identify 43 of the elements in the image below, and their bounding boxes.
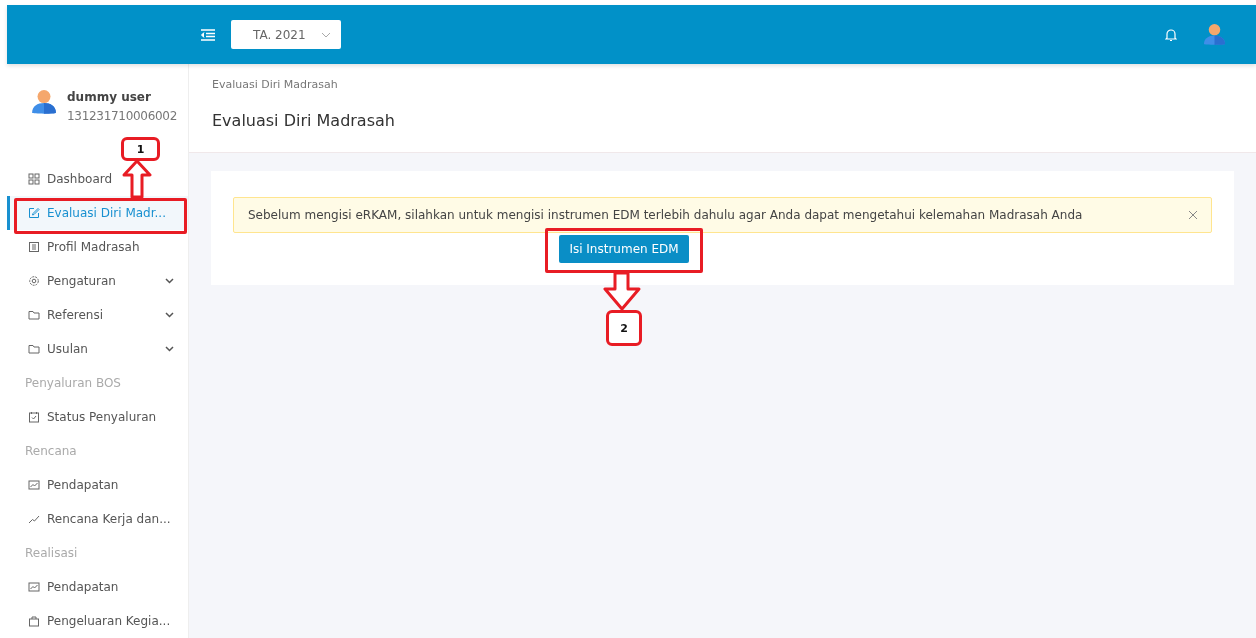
chevron-down-icon [165, 312, 174, 318]
sidebar-item[interactable]: Pendapatan [7, 570, 188, 604]
breadcrumb: Evaluasi Diri Madrasah [212, 78, 339, 91]
step-number: 2 [606, 310, 642, 346]
sidebar-item[interactable]: Profil Madrasah [7, 230, 188, 264]
up-arrow-icon [121, 159, 153, 199]
sidebar-item[interactable]: Status Penyaluran [7, 400, 188, 434]
chart-icon [28, 479, 40, 491]
user-id: 131231710006002 [67, 109, 178, 123]
calendar-check-icon [28, 411, 40, 423]
page-title: Evaluasi Diri Madrasah [212, 111, 396, 130]
sidebar-item[interactable]: Referensi [7, 298, 188, 332]
sidebar-section-label: Rencana [24, 443, 78, 460]
chart-icon [28, 581, 40, 593]
step-number: 1 [121, 137, 160, 161]
folder-icon [28, 343, 40, 355]
document-icon [28, 241, 40, 253]
settings-icon [28, 275, 40, 287]
chevron-down-icon [165, 346, 174, 352]
alert-message: Sebelum mengisi eRKAM, silahkan untuk mengisi instrumen EDM terlebih dahulu agar Anda dapat mengetahui kelemahan Madrasah Anda [248, 208, 1084, 222]
user-name: dummy user [67, 90, 152, 104]
grid-icon [28, 173, 40, 185]
chevron-down-icon [165, 278, 174, 284]
menu-icon[interactable] [201, 28, 215, 41]
bell-icon[interactable] [1165, 27, 1177, 42]
edit-icon [28, 207, 40, 219]
sidebar-section-label: Penyaluran BOS [24, 375, 122, 392]
user-avatar-icon[interactable] [31, 89, 57, 115]
folder-icon [28, 309, 40, 321]
close-icon[interactable] [1189, 211, 1197, 219]
sidebar-item[interactable]: Pendapatan [7, 468, 188, 502]
sidebar-item[interactable]: Pengaturan [7, 264, 188, 298]
sidebar-item[interactable]: Pengeluaran Kegia... [7, 604, 188, 638]
year-select[interactable]: TA. 2021 [231, 20, 341, 49]
trend-line-icon [28, 513, 40, 525]
user-avatar-icon[interactable] [1203, 23, 1226, 46]
chevron-down-icon [321, 31, 331, 38]
sidebar-section-label: Realisasi [24, 545, 79, 562]
sidebar-item[interactable]: Usulan [7, 332, 188, 366]
sidebar-item[interactable]: Dashboard [7, 162, 188, 196]
sidebar-item[interactable]: Rencana Kerja dan... [7, 502, 188, 536]
bag-icon [28, 615, 40, 627]
fill-instrument-button[interactable]: Isi Instrumen EDM [559, 235, 689, 263]
